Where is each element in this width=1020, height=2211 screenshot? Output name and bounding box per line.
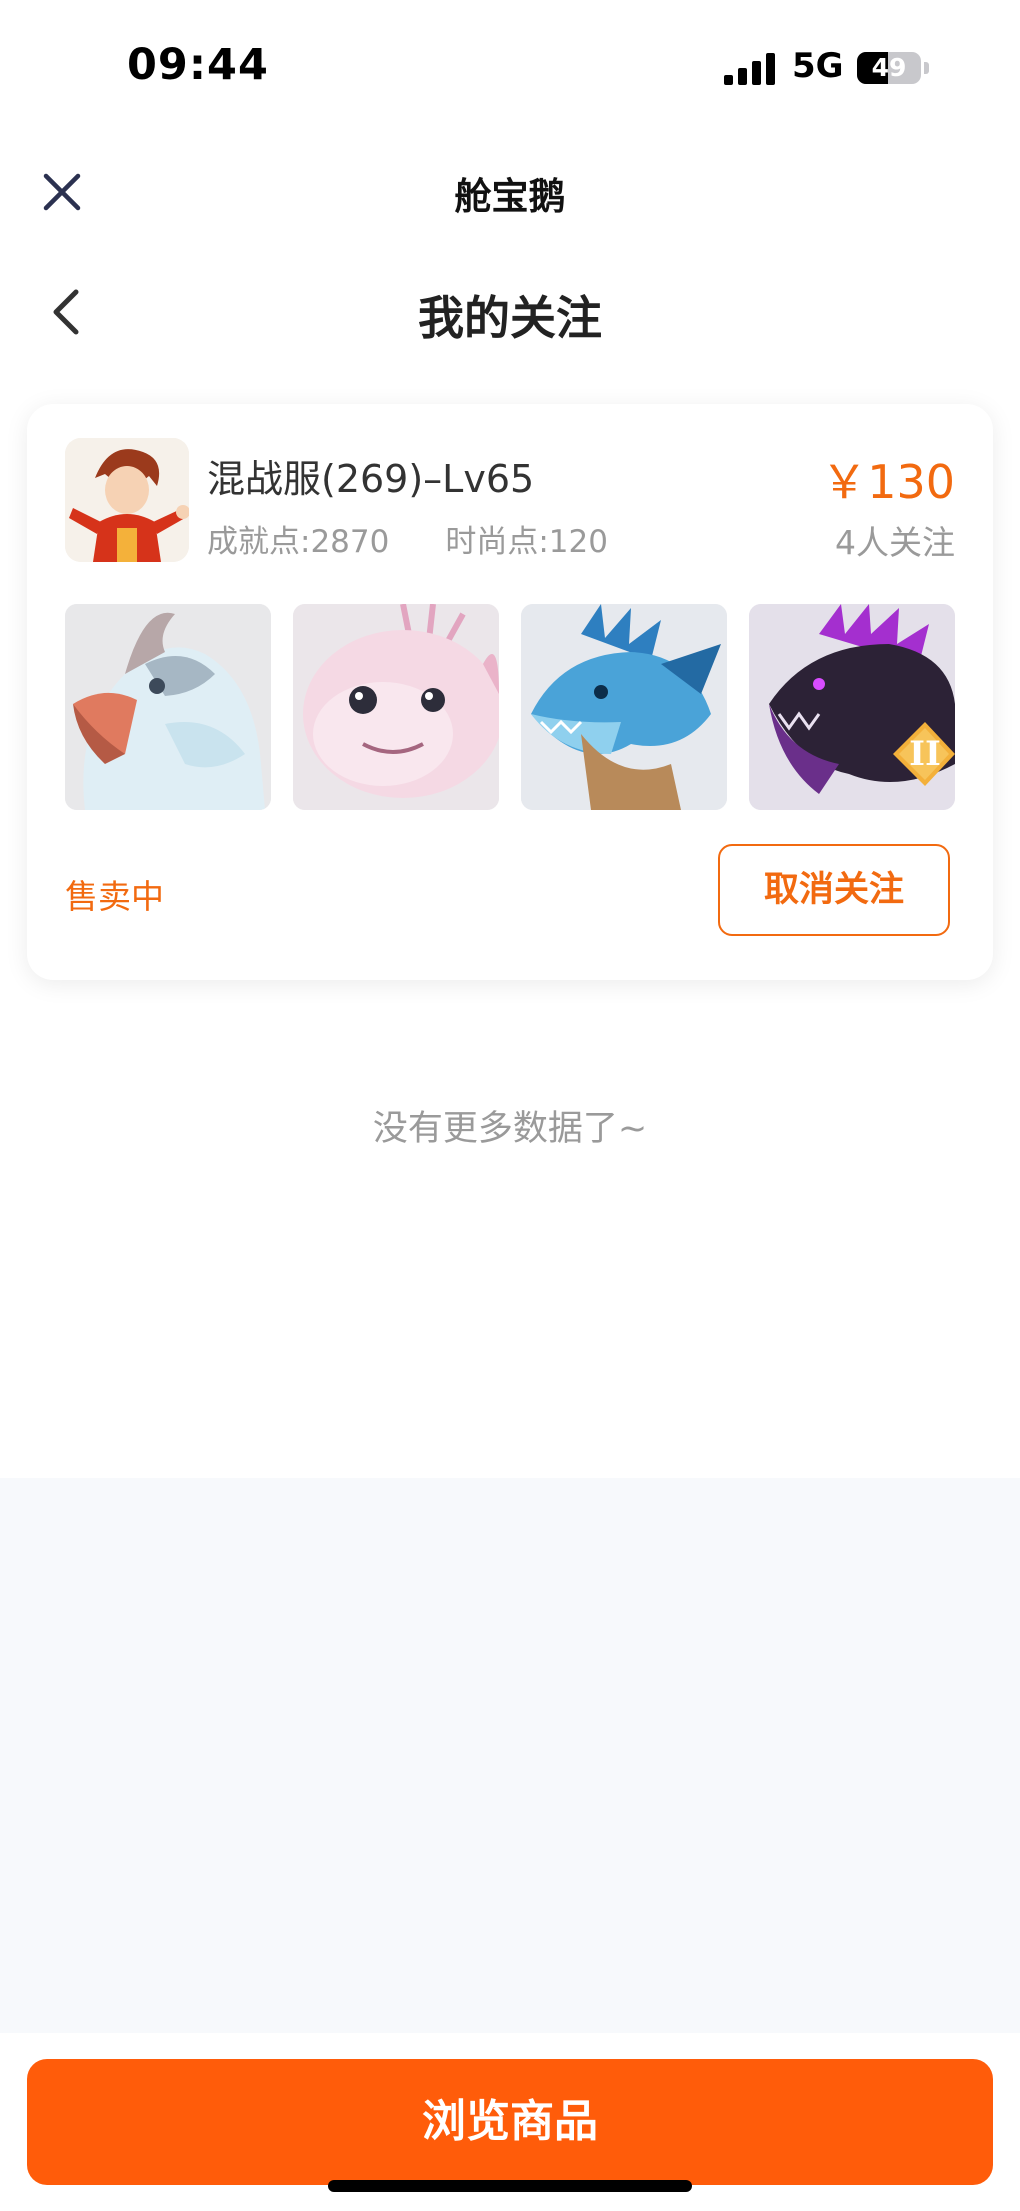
page: 09:44 5G 49 舱宝鹅 我的关注 混战服(269)–Lv65 成就点:2… [0,0,1020,2211]
no-more-data-text: 没有更多数据了~ [372,1109,648,1149]
price: ￥130 [821,455,955,509]
followed-item-card[interactable]: 混战服(269)–Lv65 成就点:2870 时尚点:120 ￥130 4人关注 [27,404,993,980]
pet-badge: II [909,734,941,774]
griffin-pet-thumbnail[interactable] [65,604,271,810]
purple-dragon-pet-thumbnail[interactable]: II [749,604,955,810]
character-avatar [65,438,189,562]
follower-count: 4人关注 [835,523,955,562]
mini-program-title: 舱宝鹅 [454,175,566,218]
empty-area [0,1478,1020,2033]
mini-program-header: 舱宝鹅 [0,140,1020,244]
unfollow-button[interactable]: 取消关注 [718,844,950,936]
battery-tip [924,62,929,74]
network-type: 5G [792,46,844,86]
sale-status: 售卖中 [65,877,164,916]
pet-thumbnails: II [65,604,955,810]
home-indicator [328,2180,692,2192]
browse-products-button[interactable]: 浏览商品 [27,2059,993,2185]
status-bar: 09:44 5G 49 [0,0,1020,140]
status-time: 09:44 [127,40,269,90]
item-stats: 成就点:2870 时尚点:120 [207,516,608,561]
battery-percent: 49 [871,53,907,82]
server-level: 混战服(269)–Lv65 [207,457,535,501]
blue-dragon-pet-thumbnail[interactable] [521,604,727,810]
battery-icon: 49 [857,52,921,84]
page-title: 我的关注 [418,291,602,345]
fashion-points: 时尚点:120 [445,524,608,560]
signal-icon [724,53,776,85]
nav-bar: 我的关注 [0,260,1020,364]
achievement-points: 成就点:2870 [207,524,390,560]
pink-creature-pet-thumbnail[interactable] [293,604,499,810]
